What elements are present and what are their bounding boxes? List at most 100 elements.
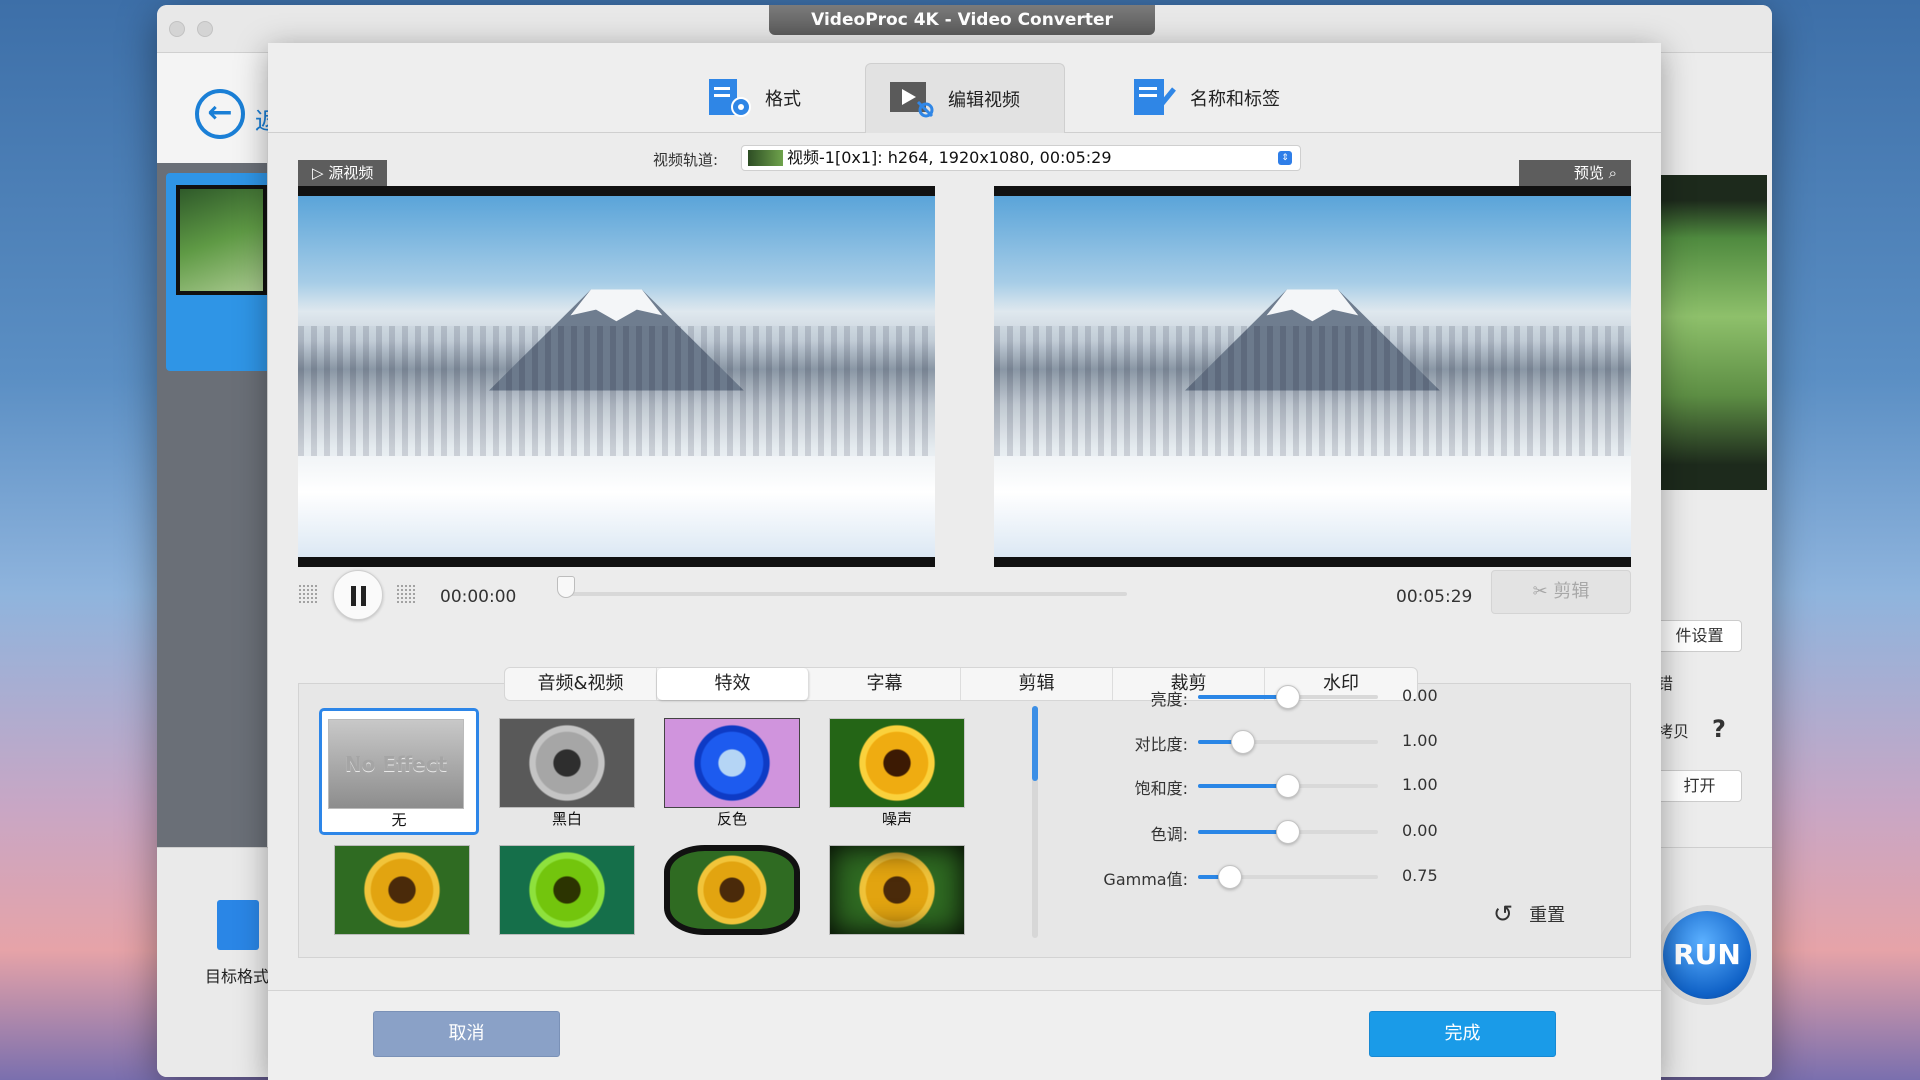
effect-label: 噪声 <box>881 810 912 828</box>
gamma-slider-row: Gamma值: 0.75 <box>1008 862 1508 892</box>
tab-format[interactable]: 格式 <box>683 63 823 133</box>
video-list-item[interactable] <box>166 173 267 371</box>
tab-audio-video[interactable]: 音频&视频 <box>505 668 657 700</box>
tab-name-tag-label: 名称和标签 <box>1190 89 1280 110</box>
cut-label: 剪辑 <box>1553 581 1590 602</box>
tab-name-tag[interactable]: 名称和标签 <box>1108 63 1302 133</box>
close-window-button[interactable] <box>169 21 185 37</box>
video-track-select[interactable]: 视频-1[0x1]: h264, 1920x1080, 00:05:29 ⇕ <box>741 145 1301 171</box>
saturation-slider-fill <box>1198 784 1288 788</box>
edit-video-icon <box>888 78 936 120</box>
preview-tag[interactable]: 预览 ⌕ <box>1519 160 1631 186</box>
tab-edit-video-label: 编辑视频 <box>948 89 1020 111</box>
dialog-footer: 取消 完成 <box>268 990 1661 1080</box>
source-video-tag: ▷ 源视频 <box>298 160 388 186</box>
dialog-tabs: 格式 编辑视频 名称和标签 <box>268 43 1661 133</box>
cancel-button[interactable]: 取消 <box>373 1011 560 1057</box>
back-arrow-icon[interactable]: ← <box>195 89 245 139</box>
black-white-thumb <box>499 718 635 808</box>
pause-button[interactable] <box>333 570 383 620</box>
reset-label: 重置 <box>1529 905 1566 926</box>
scissors-icon: ✂ <box>1532 581 1554 602</box>
hue-slider-fill <box>1198 830 1288 834</box>
saturation-slider[interactable] <box>1198 774 1378 798</box>
window-title: VideoProc 4K - Video Converter <box>769 5 1155 35</box>
help-icon[interactable]: ? <box>1712 715 1772 743</box>
cut-button[interactable]: ✂ 剪辑 <box>1491 570 1631 614</box>
contrast-slider[interactable] <box>1198 730 1378 754</box>
playback-controls: 00:00:00 00:05:29 ✂ 剪辑 <box>268 570 1661 620</box>
tab-effects[interactable]: 特效 <box>657 668 809 700</box>
effect-noise[interactable]: 噪声 <box>829 718 965 829</box>
effect-invert[interactable]: 反色 <box>664 718 800 829</box>
magnifier-icon: ⌕ <box>1603 164 1617 182</box>
gamma-value: 0.75 <box>1402 866 1438 885</box>
source-video-image <box>298 196 935 557</box>
video-track-label: 视频轨道: <box>653 151 719 169</box>
grip-left-icon[interactable] <box>298 584 318 604</box>
format-icon <box>705 77 753 119</box>
invert-thumb <box>664 718 800 808</box>
select-arrows-icon: ⇕ <box>1278 151 1292 165</box>
current-time: 00:00:00 <box>440 587 517 607</box>
hue-slider-knob[interactable] <box>1276 820 1300 844</box>
grip-right-icon[interactable] <box>396 584 416 604</box>
preview-video-frame <box>994 186 1631 567</box>
run-button[interactable]: RUN <box>1657 905 1757 1005</box>
source-video-label: 源视频 <box>328 164 374 182</box>
snowy-trees-image-preview <box>994 325 1631 456</box>
saturation-slider-row: 饱和度: 1.00 <box>1008 771 1508 801</box>
target-format-icon[interactable] <box>217 900 259 950</box>
background-toolbar: ← 返 <box>157 53 279 163</box>
name-tag-icon <box>1130 77 1178 119</box>
noise-thumb <box>829 718 965 808</box>
hue-slider-row: 色调: 0.00 <box>1008 817 1508 847</box>
video-track-value: 视频-1[0x1]: h264, 1920x1080, 00:05:29 <box>787 148 1112 167</box>
reset-icon: ↺ <box>1493 900 1514 928</box>
preview-label: 预览 <box>1573 164 1604 182</box>
output-thumbnail <box>1657 175 1767 490</box>
effect-color-shift[interactable] <box>499 845 635 935</box>
vignette-thumb <box>829 845 965 935</box>
effect-mirror[interactable] <box>334 845 470 935</box>
saturation-label: 饱和度: <box>1134 779 1188 798</box>
open-button[interactable]: 打开 <box>1657 770 1742 802</box>
saturation-value: 1.00 <box>1402 775 1438 794</box>
hue-value: 0.00 <box>1402 821 1438 840</box>
effect-fisheye[interactable] <box>664 845 800 935</box>
hue-label: 色调: <box>1150 825 1188 844</box>
preview-video-image <box>994 196 1631 557</box>
brightness-slider-row: 亮度: 0.00 <box>1008 682 1508 712</box>
video-track-row: 视频轨道: 视频-1[0x1]: h264, 1920x1080, 00:05:… <box>268 143 1661 173</box>
effect-label: 无 <box>391 811 407 829</box>
gamma-slider-knob[interactable] <box>1218 865 1243 889</box>
effect-vignette[interactable] <box>829 845 965 935</box>
contrast-slider-row: 对比度: 1.00 <box>1008 727 1508 757</box>
fisheye-thumb <box>664 845 800 935</box>
edit-video-dialog: 格式 编辑视频 名称和标签 视频轨道: 视频-1[0x1]: h264, 192… <box>268 43 1661 1080</box>
settings-button[interactable]: 件设置 <box>1657 620 1742 652</box>
video-list-panel <box>157 163 267 847</box>
contrast-slider-knob[interactable] <box>1231 730 1255 754</box>
saturation-slider-knob[interactable] <box>1276 774 1300 798</box>
contrast-label: 对比度: <box>1134 735 1188 754</box>
brightness-slider[interactable] <box>1198 685 1378 709</box>
effect-black-white[interactable]: 黑白 <box>499 718 635 829</box>
done-button[interactable]: 完成 <box>1369 1011 1556 1057</box>
brightness-slider-knob[interactable] <box>1276 685 1300 709</box>
timeline-handle[interactable] <box>557 576 575 598</box>
snowy-trees-image <box>298 325 935 456</box>
effect-none[interactable]: No Effect 无 <box>319 708 479 835</box>
minimize-window-button[interactable] <box>197 21 213 37</box>
tab-edit-video[interactable]: 编辑视频 <box>865 63 1065 133</box>
effect-label: 黑白 <box>551 810 582 828</box>
timeline-track[interactable] <box>557 576 1127 598</box>
tab-subtitles[interactable]: 字幕 <box>809 668 961 700</box>
mirror-thumb <box>334 845 470 935</box>
source-video-frame <box>298 186 935 567</box>
gamma-slider[interactable] <box>1198 865 1378 889</box>
brightness-value: 0.00 <box>1402 686 1438 705</box>
hue-slider[interactable] <box>1198 820 1378 844</box>
reset-button[interactable]: ↺ 重置 <box>1493 900 1565 928</box>
effect-label: 反色 <box>716 810 747 828</box>
